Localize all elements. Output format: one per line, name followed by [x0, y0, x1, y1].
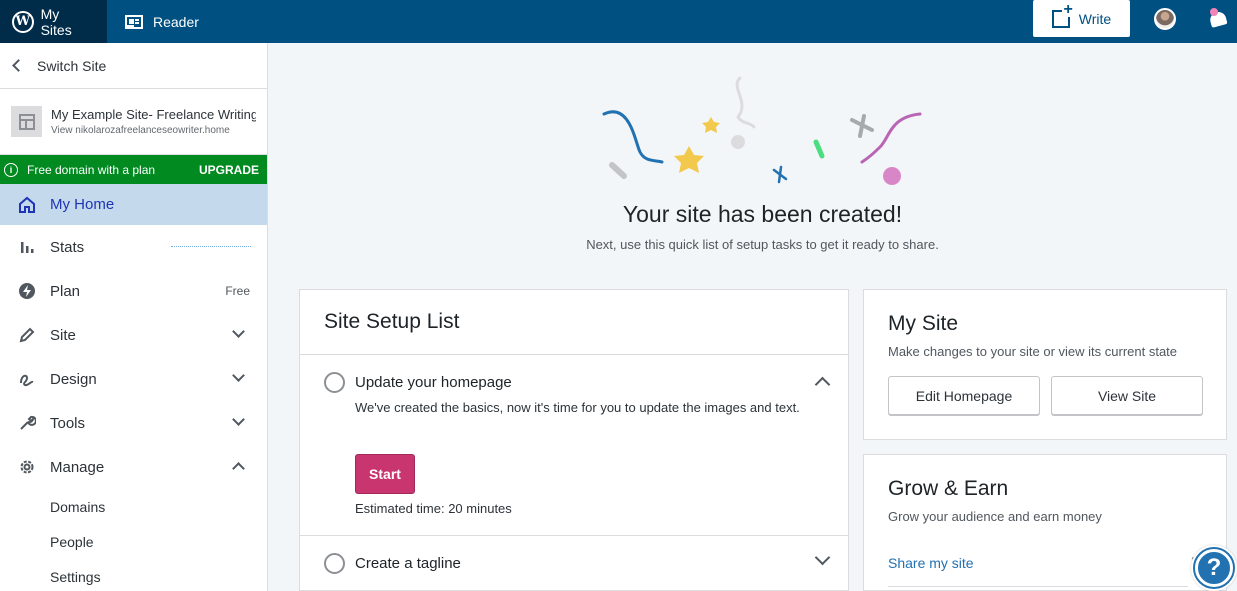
reader-button[interactable]: Reader — [107, 0, 213, 43]
start-button[interactable]: Start — [355, 454, 415, 494]
celebration-illustration — [602, 76, 922, 185]
task-checkbox[interactable] — [324, 553, 345, 574]
share-my-site-link[interactable]: Share my site — [888, 555, 974, 571]
chevron-down-icon[interactable] — [814, 549, 831, 566]
upgrade-banner[interactable]: i Free domain with a plan UPGRADE — [0, 155, 267, 184]
plan-icon — [17, 281, 37, 301]
sidebar-item-label: Manage — [50, 458, 105, 476]
grow-earn-subtitle: Grow your audience and earn money — [888, 509, 1102, 524]
task-checkbox[interactable] — [324, 372, 345, 393]
sidebar-item-label: Stats — [50, 238, 85, 256]
pencil-icon — [17, 325, 37, 345]
sidebar-item-design[interactable]: Design — [0, 357, 267, 401]
wrench-icon — [17, 413, 37, 433]
chevron-left-icon — [12, 59, 25, 72]
gear-icon — [17, 457, 37, 477]
reader-icon — [125, 14, 143, 29]
sidebar-subitem-domains[interactable]: Domains — [0, 489, 267, 524]
chevron-down-icon — [232, 369, 245, 382]
site-placeholder-icon — [11, 106, 42, 137]
sidebar-item-stats[interactable]: Stats — [0, 225, 267, 269]
write-button[interactable]: Write — [1033, 0, 1130, 37]
task-update-homepage: Update your homepage We've created the b… — [300, 355, 848, 536]
wordpress-logo-icon: W — [12, 10, 34, 33]
site-setup-list-card: Site Setup List Update your homepage We'… — [299, 289, 849, 591]
my-site-subtitle: Make changes to your site or view its cu… — [888, 344, 1178, 359]
sidebar-item-label: Design — [50, 370, 97, 388]
grow-earn-card: Grow & Earn Grow your audience and earn … — [863, 454, 1227, 591]
chevron-down-icon — [232, 325, 245, 338]
info-icon: i — [4, 162, 18, 177]
chevron-down-icon — [232, 413, 245, 426]
hero-title: Your site has been created! — [622, 201, 903, 227]
edit-homepage-button[interactable]: Edit Homepage — [888, 376, 1040, 415]
design-icon — [17, 369, 37, 389]
sidebar: Switch Site My Example Site- Freelance W… — [0, 43, 268, 591]
notifications-button[interactable] — [1208, 8, 1230, 30]
site-name: My Example Site- Freelance Writing — [51, 107, 256, 122]
chevron-up-icon — [232, 462, 245, 475]
task-create-tagline[interactable]: Create a tagline — [300, 536, 848, 591]
chevron-up-icon[interactable] — [814, 376, 831, 393]
notification-dot — [1210, 8, 1218, 16]
switch-site-label: Switch Site — [37, 57, 107, 74]
task-description: We've created the basics, now it's time … — [355, 400, 800, 415]
setup-list-title: Site Setup List — [324, 310, 460, 333]
upgrade-banner-text: Free domain with a plan — [27, 162, 156, 177]
write-label: Write — [1078, 10, 1112, 27]
sidebar-item-site[interactable]: Site — [0, 313, 267, 357]
my-sites-label: My Sites — [40, 5, 72, 38]
hero-subtitle: Next, use this quick list of setup tasks… — [586, 237, 939, 252]
sidebar-item-label: Site — [50, 326, 76, 344]
sidebar-item-tools[interactable]: Tools — [0, 401, 267, 445]
grow-earn-title: Grow & Earn — [888, 477, 1009, 500]
help-icon: ? — [1193, 547, 1235, 589]
sidebar-item-my-home[interactable]: My Home — [0, 184, 267, 225]
plan-badge: Free — [225, 284, 250, 298]
sidebar-item-plan[interactable]: Plan Free — [0, 269, 267, 313]
setup-list-header: Site Setup List — [300, 290, 848, 355]
my-site-title: My Site — [888, 312, 959, 335]
sidebar-item-label: My Home — [50, 196, 115, 213]
sidebar-subitem-people[interactable]: People — [0, 524, 267, 559]
divider — [888, 586, 1188, 587]
stats-sparkline — [171, 246, 251, 247]
switch-site-button[interactable]: Switch Site — [0, 43, 267, 89]
user-avatar[interactable] — [1154, 8, 1176, 30]
reader-label: Reader — [153, 13, 199, 30]
view-site-button[interactable]: View Site — [1051, 376, 1203, 415]
write-icon — [1051, 2, 1074, 28]
sidebar-item-manage[interactable]: Manage — [0, 445, 267, 489]
my-site-card: My Site Make changes to your site or vie… — [863, 289, 1227, 440]
sidebar-subitem-settings[interactable]: Settings — [0, 559, 267, 591]
my-sites-button[interactable]: W My Sites — [0, 0, 107, 43]
task-title[interactable]: Update your homepage — [355, 374, 512, 391]
sidebar-item-label: Tools — [50, 414, 86, 432]
sidebar-item-label: Plan — [50, 282, 81, 300]
task-title[interactable]: Create a tagline — [355, 555, 461, 572]
upgrade-link[interactable]: UPGRADE — [199, 163, 259, 177]
help-button[interactable]: ? — [1191, 545, 1237, 591]
current-site-card[interactable]: My Example Site- Freelance Writing View … — [0, 89, 267, 155]
stats-icon — [17, 237, 37, 257]
home-icon — [17, 195, 37, 215]
site-url-link[interactable]: View nikolarozafreelanceseowriter.home — [51, 125, 256, 136]
task-estimated-time: Estimated time: 20 minutes — [355, 501, 512, 516]
